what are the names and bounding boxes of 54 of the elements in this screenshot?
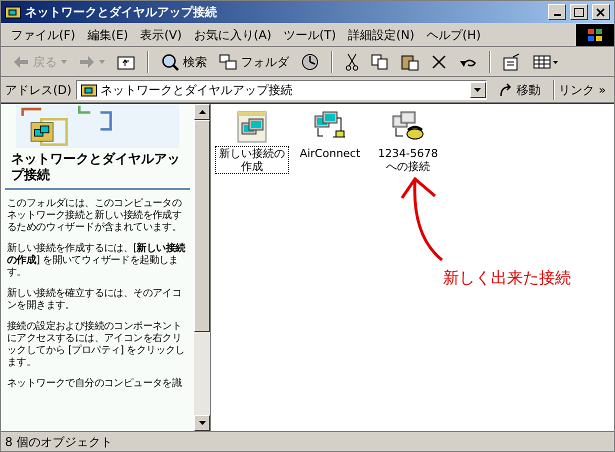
menu-item[interactable]: お気に入り(A) [188, 26, 278, 44]
address-label: アドレス(D) [5, 82, 72, 98]
menu-item[interactable]: ヘルプ(H) [420, 26, 487, 44]
description-text: 新しい接続を作成するには、[新しい接続の作成] を開いてウィザードを起動します。 [7, 243, 186, 279]
description-text: 接続の設定および接続のコンポーネントにアクセスするには、アイコンを右クリックしてから [プロパティ] をクリックします。 [7, 321, 186, 369]
views-icon [533, 54, 559, 70]
delete-icon [431, 54, 447, 70]
go-button[interactable]: 移動 [490, 80, 549, 98]
network-wizard-icon [235, 110, 269, 144]
panel-title: ネットワークとダイヤルアップ接続 [5, 148, 190, 190]
description-text: 新しい接続を確立するには、そのアイコンを開きます。 [7, 288, 183, 312]
search-icon [161, 52, 179, 70]
up-arrow-icon[interactable] [198, 110, 206, 114]
curved-arrow-icon [498, 82, 513, 96]
menu-item[interactable]: 編集(E) [81, 26, 134, 44]
address-field[interactable]: ネットワークとダイヤルアップ接続 [76, 80, 487, 100]
minimize-icon [554, 14, 560, 16]
close-icon [596, 8, 606, 16]
menu-item[interactable]: 詳細設定(N) [342, 26, 420, 44]
connection-item[interactable]: AirConnect [293, 110, 367, 161]
right-arrow-icon [79, 54, 95, 68]
status-text: 8 個のオブジェクト [5, 434, 112, 450]
search-button[interactable]: 検索 [157, 50, 211, 74]
caret-icon [99, 60, 105, 64]
clock-icon [301, 52, 319, 70]
window-title: ネットワークとダイヤルアップ接続 [25, 4, 218, 21]
down-arrow-icon[interactable] [198, 421, 206, 425]
folder-up-icon [117, 54, 135, 70]
windows-logo-icon [576, 24, 614, 46]
links-label[interactable]: リンク [558, 80, 595, 98]
vertical-scrollbar[interactable] [194, 104, 210, 431]
description-text: ネットワークで自分のコンピュータを識 [7, 378, 183, 390]
clipboard-icon [401, 52, 419, 70]
maximize-button[interactable] [570, 4, 588, 20]
left-arrow-icon [13, 54, 29, 68]
folders-icon [219, 54, 237, 70]
menu-item[interactable]: ツール(T) [277, 26, 342, 44]
copy-icon [371, 54, 389, 70]
maximize-icon [574, 8, 584, 16]
annotation-text: 新しく出来た接続 [443, 267, 571, 289]
folder-icon [5, 5, 21, 19]
connection-item[interactable]: 新しい接続の作成 [215, 110, 289, 174]
menu-item[interactable]: 表示(V) [134, 26, 188, 44]
description-text: このフォルダには、このコンピュータのネットワーク接続と新しい接続を作成するためのウィザードが含まれています。 [7, 198, 183, 234]
close-button[interactable] [592, 4, 610, 20]
properties-icon [503, 52, 521, 70]
connection-item[interactable]: 1234-5678 への接続 [371, 110, 445, 174]
folder-icon [80, 82, 97, 96]
minimize-button[interactable] [548, 4, 566, 20]
more-chevron[interactable]: » [598, 80, 610, 98]
scissors-icon [345, 52, 359, 70]
folders-button[interactable]: フォルダ [215, 50, 293, 74]
menu-item[interactable]: ファイル(F) [5, 26, 82, 44]
caret-icon [61, 60, 67, 64]
